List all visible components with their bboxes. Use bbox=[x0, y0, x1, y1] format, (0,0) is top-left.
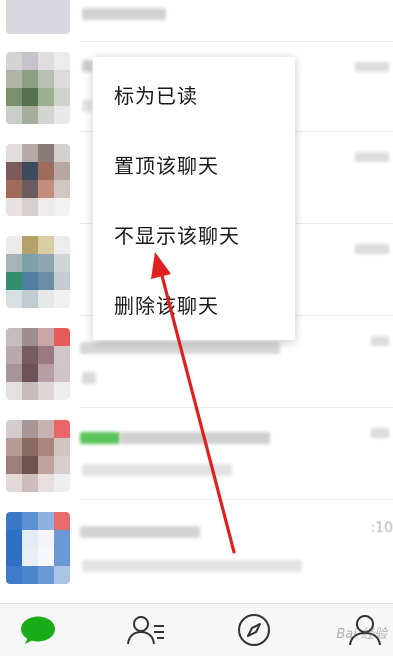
avatar bbox=[6, 52, 70, 124]
chat-row[interactable] bbox=[0, 412, 393, 500]
avatar bbox=[6, 328, 70, 400]
avatar bbox=[6, 512, 70, 584]
contacts-icon bbox=[127, 616, 164, 645]
avatar bbox=[6, 144, 70, 216]
chat-context-menu: 标为已读 置顶该聊天 不显示该聊天 删除该聊天 bbox=[93, 57, 295, 340]
me-icon bbox=[349, 615, 381, 646]
mark-as-read-menu-item[interactable]: 标为已读 bbox=[93, 59, 295, 129]
chat-row[interactable]: :10 bbox=[0, 504, 393, 592]
avatar bbox=[6, 0, 70, 34]
tab-me[interactable] bbox=[335, 604, 393, 656]
chat-row[interactable] bbox=[0, 0, 393, 42]
avatar bbox=[6, 420, 70, 492]
chat-bubble-icon bbox=[21, 616, 55, 644]
pin-chat-menu-item[interactable]: 置顶该聊天 bbox=[93, 129, 295, 199]
avatar bbox=[6, 236, 70, 308]
tab-discover[interactable] bbox=[224, 604, 284, 656]
chat-time: :10 bbox=[370, 520, 393, 536]
delete-chat-menu-item[interactable]: 删除该聊天 bbox=[93, 269, 295, 339]
hide-chat-menu-item[interactable]: 不显示该聊天 bbox=[93, 199, 295, 269]
compass-icon bbox=[238, 614, 270, 646]
tab-contacts[interactable] bbox=[116, 604, 176, 656]
bottom-tab-bar: Bai 经验 bbox=[0, 603, 393, 656]
tab-chats[interactable] bbox=[8, 604, 68, 656]
